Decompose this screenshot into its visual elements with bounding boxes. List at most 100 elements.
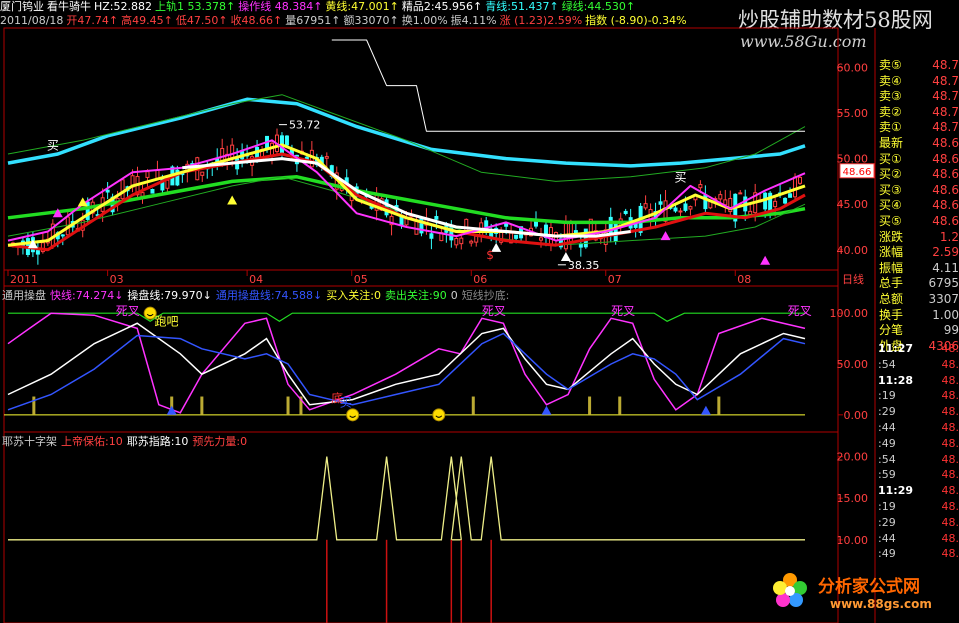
- tick-price: 48.: [941, 452, 959, 466]
- stat-row: 涨跌 1.2: [876, 230, 959, 245]
- flower-logo-icon: [770, 570, 810, 610]
- brand-url: www.88gs.com: [830, 597, 932, 611]
- main-series-white_step: [331, 39, 805, 132]
- main-ytick-label: 40.00: [837, 244, 869, 257]
- candle-body: [454, 237, 459, 246]
- cross-ytick-label: 15.00: [837, 492, 869, 505]
- stat-row-value: 6795: [928, 276, 959, 291]
- stock-chart-window: 厦门钨业 看牛骑牛 HZ:52.882 上轨1 53.378↑ 操作线 48.384↑ 黄…: [0, 0, 959, 623]
- cross-legend-2: 耶苏指路:10: [126, 435, 189, 448]
- tick-row: :49 48.: [876, 547, 959, 561]
- candle-body: [155, 169, 160, 179]
- candle-body: [538, 237, 543, 241]
- stat-row-value: 99: [943, 323, 959, 338]
- price-annotation: 53.72: [289, 119, 321, 132]
- tick-row: :54 48.: [876, 453, 959, 467]
- tick-price: 48.: [941, 484, 959, 498]
- cross-ytick-label: 20.00: [837, 451, 869, 464]
- candle-body: [429, 233, 434, 239]
- xtick-label: 2011: [10, 273, 38, 286]
- oscillator-legend-5: 卖出关注:90: [384, 289, 447, 302]
- tick-row: :44 48.: [876, 532, 959, 546]
- smiley-icon: [346, 408, 360, 422]
- tick-time: :44: [878, 531, 896, 545]
- oscillator-legend-3: 通用操盘线:74.588↓: [215, 289, 323, 302]
- candle-body: [145, 171, 150, 178]
- ask-row-value: 48.7: [932, 73, 959, 88]
- osc-signal-label: 死叉: [482, 304, 506, 318]
- tick-time: :29: [878, 515, 896, 529]
- candle-body: [140, 192, 145, 197]
- candle-body: [658, 201, 663, 205]
- chart-canvas: 60.00 55.00 50.00 45.00 40.00 2011 03 04 05 06 07 0…: [3, 27, 876, 623]
- osc-ytick-label: 0.00: [844, 409, 869, 422]
- candle-body: [534, 221, 539, 227]
- candle-body: [578, 243, 583, 248]
- ask-row: 卖⑤ 48.7: [876, 58, 959, 73]
- tick-row: :29 48.: [876, 516, 959, 530]
- tick-time: :54: [878, 452, 896, 466]
- tick-time: 11:28: [878, 373, 914, 387]
- candle-body: [673, 207, 678, 212]
- candle-body: [504, 223, 509, 227]
- oscillator-label: 通用操盘 快线:74.274↓ 操盘线:79.970↓ 通用操盘线:74.588↓ 买入…: [2, 287, 513, 303]
- candle-body: [474, 235, 479, 243]
- candle-body: [773, 200, 778, 208]
- bid-row: 买④ 48.6: [876, 198, 959, 213]
- latest-row-label: 最新: [879, 136, 904, 150]
- osc-signal-label: 死叉: [611, 304, 635, 318]
- main-ytick-label: 45.00: [837, 198, 869, 211]
- stat-row-value: 4.11: [932, 260, 959, 275]
- xtick-label: 05: [354, 273, 368, 286]
- tick-price: 48.: [941, 547, 959, 561]
- ask-row-label: 卖①: [879, 120, 902, 135]
- tick-time: :54: [878, 357, 896, 371]
- tick-row: 11:29 48.: [876, 484, 959, 498]
- osc-bar: [717, 396, 721, 415]
- smiley-icon: [143, 306, 157, 320]
- tick-price: 48.: [941, 357, 959, 371]
- stat-row-value: 1.00: [932, 307, 959, 322]
- stat-row: 总额 3307: [876, 292, 959, 307]
- oscillator-legend-2: 操盘线:79.970↓: [127, 289, 212, 302]
- candle-body: [698, 184, 703, 189]
- ask-row: 卖④ 48.7: [876, 74, 959, 89]
- candle-body: [230, 144, 235, 158]
- xtick-label: 03: [110, 273, 124, 286]
- candle-body: [748, 210, 753, 216]
- osc-series-blue: [7, 332, 806, 411]
- bid-row-label: 买①: [879, 151, 902, 166]
- candle-body: [683, 203, 688, 211]
- price-annotation: 38.35: [568, 259, 600, 272]
- tick-time: :19: [878, 500, 896, 513]
- ask-row: 卖③ 48.7: [876, 89, 959, 104]
- candle-body: [613, 221, 618, 242]
- candle-body: [120, 179, 125, 200]
- ask-row: 卖① 48.7: [876, 120, 959, 135]
- candle-body: [514, 234, 519, 239]
- signal-triangle-icon: [660, 231, 671, 241]
- tick-price: 48.: [941, 373, 959, 387]
- tick-time: :49: [878, 547, 896, 561]
- main-series-cyan: [7, 97, 806, 168]
- bid-row-value: 48.6: [932, 214, 959, 228]
- bid-row: 买⑤ 48.6: [876, 214, 959, 229]
- candle-body: [105, 189, 110, 193]
- bid-row-value: 48.6: [932, 167, 959, 182]
- tick-price: 48.: [941, 515, 959, 529]
- osc-signal-label: 死叉: [116, 304, 140, 318]
- stat-row-label: 涨跌: [879, 229, 904, 244]
- osc-bar: [286, 396, 290, 415]
- tick-row: 11:28 48.: [876, 374, 959, 388]
- stat-row: 振幅 4.11: [876, 261, 959, 276]
- tick-price: 48.: [941, 500, 959, 513]
- osc-bar: [32, 396, 36, 415]
- ask-row-value: 48.7: [932, 58, 959, 72]
- tick-price: 48.: [941, 389, 959, 403]
- last-price-label: 48.66: [843, 167, 872, 178]
- bid-row-label: 买②: [879, 167, 902, 182]
- tick-time: :49: [878, 436, 896, 450]
- tick-time: :59: [878, 468, 896, 482]
- buy-label: 买: [674, 170, 686, 184]
- stat-row: 总手 6795: [876, 276, 959, 291]
